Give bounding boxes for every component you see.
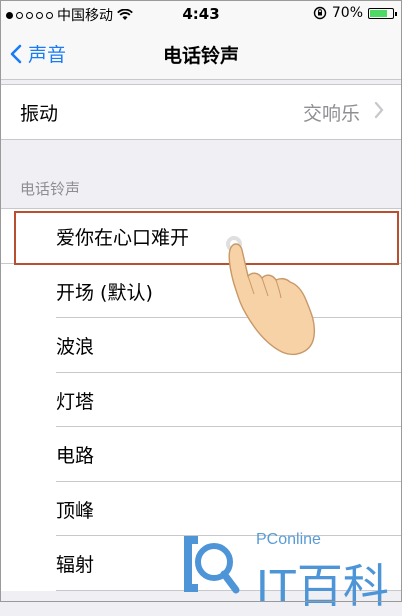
vibration-label: 振动 [20, 103, 59, 125]
watermark-small-text: PConline [256, 531, 321, 548]
battery-icon [368, 7, 397, 19]
battery-percent: 70% [331, 5, 363, 21]
status-right: 70% [313, 5, 397, 21]
vibration-value: 交响乐 [302, 103, 360, 125]
ringtone-label: 顶峰 [56, 499, 95, 522]
ringtone-label: 电路 [56, 445, 95, 467]
pointing-hand-icon [226, 236, 316, 355]
ringtone-item[interactable]: 波浪 [0, 318, 402, 373]
ringtone-item[interactable]: 灯塔 [0, 373, 402, 427]
page-title: 电话铃声 [162, 45, 239, 67]
ringtone-label: 开场 (默认) [56, 281, 153, 304]
rotation-lock-icon [313, 6, 327, 20]
status-bar: 中国移动 4:43 70% [0, 0, 402, 28]
section-header: 电话铃声 [20, 180, 81, 198]
itbaike-logo-icon [184, 536, 240, 594]
selection-highlight-box [14, 211, 399, 265]
ringtone-item[interactable]: 电路 [0, 427, 402, 482]
ringtone-item[interactable]: 开场 (默认) [0, 264, 402, 318]
chevron-right-icon [374, 100, 384, 124]
navigation-bar: 声音 电话铃声 [0, 28, 402, 80]
ringtone-label: 灯塔 [56, 390, 95, 413]
watermark-big-text: IT百科 [256, 560, 389, 612]
battery-fill [370, 9, 387, 17]
vibration-row[interactable]: 振动 交响乐 [0, 84, 402, 140]
ringtone-label: 辐射 [56, 554, 95, 576]
watermark: PConline IT百科 [178, 528, 402, 612]
ringtone-label: 波浪 [56, 336, 95, 358]
